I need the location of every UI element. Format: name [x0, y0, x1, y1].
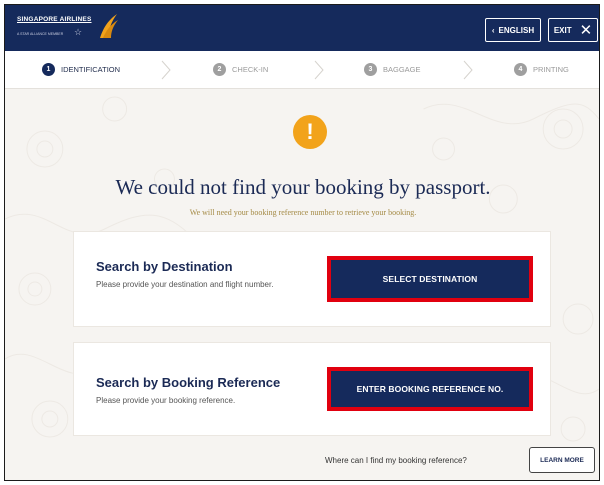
- step-identification: 1 IDENTIFICATION: [42, 63, 120, 76]
- step-separator-icon: [314, 60, 324, 80]
- step-separator-icon: [463, 60, 473, 80]
- chevron-left-icon: ‹: [491, 25, 495, 35]
- step-label: CHECK-IN: [232, 65, 269, 74]
- language-button[interactable]: ‹ ENGLISH: [485, 18, 541, 42]
- highlight-box: ENTER BOOKING REFERENCE NO.: [327, 367, 533, 411]
- step-separator-icon: [161, 60, 171, 80]
- logo-tagline: A STAR ALLIANCE MEMBER: [17, 32, 64, 36]
- step-number: 4: [514, 63, 527, 76]
- step-number: 3: [364, 63, 377, 76]
- step-number: 1: [42, 63, 55, 76]
- warning-icon: !: [293, 115, 327, 149]
- page-title: We could not find your booking by passpo…: [115, 175, 491, 199]
- search-by-booking-reference-card: Search by Booking Reference Please provi…: [73, 342, 551, 436]
- step-label: IDENTIFICATION: [61, 65, 121, 74]
- language-label: ENGLISH: [498, 25, 535, 35]
- select-destination-button[interactable]: SELECT DESTINATION: [331, 260, 529, 298]
- exit-label: EXIT: [553, 25, 572, 35]
- enter-booking-reference-button[interactable]: ENTER BOOKING REFERENCE NO.: [331, 371, 529, 407]
- progress-steps: 1 IDENTIFICATION 2 CHECK-IN 3 BAGGAGE 4 …: [5, 51, 599, 89]
- learn-more-button[interactable]: LEARN MORE: [529, 447, 595, 473]
- step-label: PRINTING: [533, 65, 569, 74]
- star-alliance-icon: ☆: [74, 27, 83, 37]
- bird-logo-icon: [100, 14, 118, 38]
- step-check-in: 2 CHECK-IN: [213, 63, 268, 76]
- page-subtitle: We will need your booking reference numb…: [189, 208, 417, 217]
- airline-logo: SINGAPORE AIRLINES A STAR ALLIANCE MEMBE…: [17, 13, 147, 45]
- card-title: Search by Booking Reference: [96, 375, 281, 390]
- card-description: Please provide your destination and flig…: [96, 280, 274, 289]
- close-icon: ✕: [579, 21, 593, 39]
- app-window: SINGAPORE AIRLINES A STAR ALLIANCE MEMBE…: [4, 4, 600, 481]
- step-label: BAGGAGE: [383, 65, 421, 74]
- step-printing: 4 PRINTING: [514, 63, 569, 76]
- step-number: 2: [213, 63, 226, 76]
- search-by-destination-card: Search by Destination Please provide you…: [73, 231, 551, 327]
- highlight-box: SELECT DESTINATION: [327, 256, 533, 302]
- logo-name: SINGAPORE AIRLINES: [17, 16, 92, 23]
- exit-button[interactable]: EXIT ✕: [548, 18, 598, 42]
- booking-reference-help-text: Where can I find my booking reference?: [325, 456, 467, 465]
- card-title: Search by Destination: [96, 259, 233, 274]
- step-baggage: 3 BAGGAGE: [364, 63, 421, 76]
- card-description: Please provide your booking reference.: [96, 396, 236, 405]
- top-header: SINGAPORE AIRLINES A STAR ALLIANCE MEMBE…: [5, 5, 599, 51]
